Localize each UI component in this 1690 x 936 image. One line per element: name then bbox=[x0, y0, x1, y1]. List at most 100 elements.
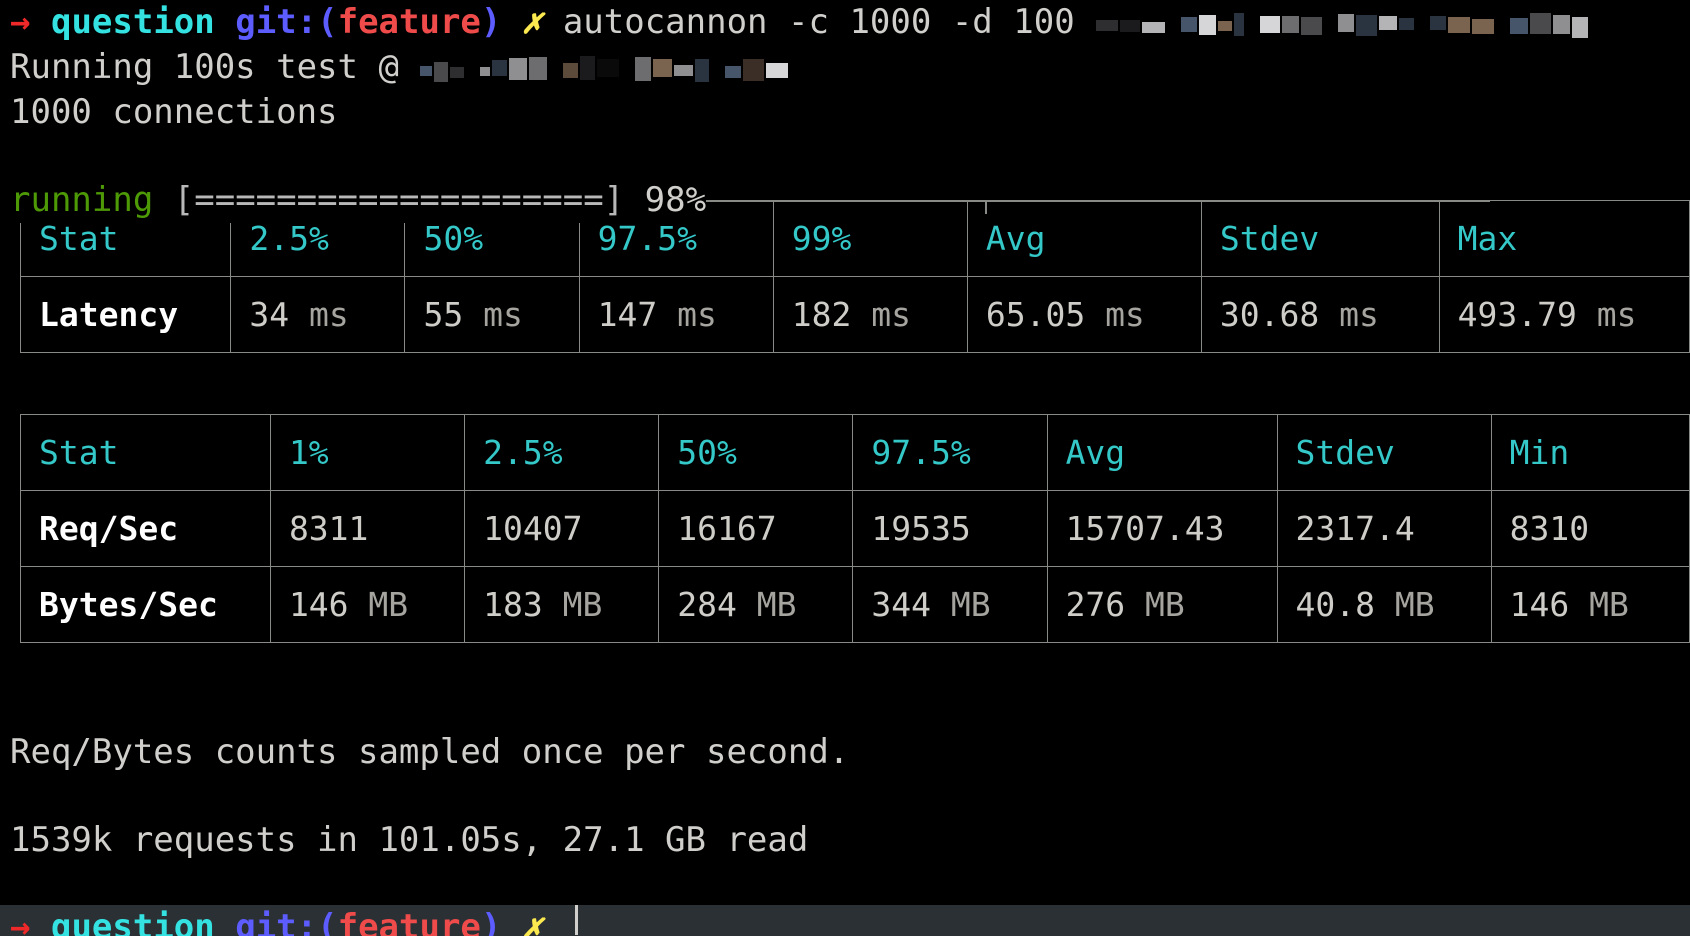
reqsec-cell: 8311 bbox=[269, 490, 466, 567]
table-row: Latency 34 ms 55 ms 147 ms 182 ms 65.05 … bbox=[19, 276, 1690, 353]
cell-unit: ms bbox=[677, 295, 717, 334]
reqsec-cell: 19535 bbox=[852, 490, 1048, 567]
latency-header-cell: Max bbox=[1438, 200, 1690, 277]
latency-cell: 182 ms bbox=[772, 276, 968, 353]
cell-unit: ms bbox=[1339, 295, 1379, 334]
cell-value: 55 bbox=[423, 295, 464, 334]
progress-bar-fill: ==================== bbox=[194, 180, 604, 220]
bytessec-cell: 344 MB bbox=[852, 566, 1048, 643]
value-duration: 100 bbox=[1013, 2, 1075, 42]
table-border-tick-2 bbox=[985, 200, 987, 214]
cell-value: 65.05 bbox=[985, 295, 1086, 334]
progress-status-label: running bbox=[10, 180, 154, 220]
bottom-git-branch-name: feature bbox=[337, 907, 481, 936]
throughput-header-cell: Stat bbox=[20, 414, 271, 491]
bytessec-cell: 40.8 MB bbox=[1276, 566, 1492, 643]
connections-line: 1000 connections bbox=[10, 92, 338, 132]
git-paren-close: ) bbox=[480, 2, 502, 42]
cell-value: 493.79 bbox=[1457, 295, 1577, 334]
latency-cell: 65.05 ms bbox=[966, 276, 1202, 353]
throughput-header-cell: Stdev bbox=[1276, 414, 1492, 491]
bottom-git-label: git: bbox=[235, 907, 318, 936]
running-test-label: Running 100s test @ bbox=[10, 47, 420, 87]
latency-header-cell: 99% bbox=[772, 200, 968, 277]
progress-bracket-close: ] bbox=[603, 180, 625, 220]
running-test-line: Running 100s test @ bbox=[0, 45, 803, 91]
throughput-header-row: Stat 1% 2.5% 50% 97.5% Avg Stdev Min bbox=[20, 414, 1690, 491]
text-cursor bbox=[575, 905, 578, 935]
reqsec-cell: 16167 bbox=[658, 490, 854, 567]
cell-value: 15707.43 bbox=[1065, 509, 1225, 548]
bottom-git-paren-close: ) bbox=[480, 907, 502, 936]
cell-unit: ms bbox=[871, 295, 911, 334]
cell-value: 34 bbox=[249, 295, 290, 334]
git-dirty-marker-icon: ✗ bbox=[521, 2, 543, 42]
throughput-table: Stat 1% 2.5% 50% 97.5% Avg Stdev Min Req… bbox=[20, 414, 1690, 643]
cell-value: 8310 bbox=[1509, 509, 1590, 548]
cell-value: 2317.4 bbox=[1295, 509, 1415, 548]
cell-value: 146 bbox=[288, 585, 349, 624]
bytessec-cell: 276 MB bbox=[1046, 566, 1278, 643]
bytessec-row-label: Bytes/Sec bbox=[20, 566, 271, 643]
cell-value: 19535 bbox=[871, 509, 971, 548]
cell-unit: ms bbox=[1105, 295, 1145, 334]
value-connections: 1000 bbox=[849, 2, 932, 42]
table-top-border-artifact bbox=[650, 200, 1490, 202]
cell-unit: ms bbox=[308, 295, 349, 334]
reqsec-cell: 10407 bbox=[464, 490, 660, 567]
cell-unit: ms bbox=[483, 295, 523, 334]
throughput-header-cell: 50% bbox=[658, 414, 854, 491]
redacted-target-url bbox=[1095, 0, 1603, 44]
latency-cell: 30.68 ms bbox=[1200, 276, 1440, 353]
latency-header-cell: Stdev bbox=[1200, 200, 1440, 277]
cell-unit: MB bbox=[1589, 585, 1629, 624]
bottom-command-prompt[interactable]: → question git:(feature) ✗ bbox=[0, 905, 1690, 936]
cell-value: 183 bbox=[483, 585, 543, 624]
throughput-header-cell: Avg bbox=[1046, 414, 1278, 491]
flag-connections: -c bbox=[788, 2, 829, 42]
cell-unit: MB bbox=[368, 585, 409, 624]
cell-value: 344 bbox=[871, 585, 932, 624]
reqsec-cell: 2317.4 bbox=[1276, 490, 1492, 567]
latency-cell: 493.79 ms bbox=[1438, 276, 1690, 353]
throughput-table-body: Stat 1% 2.5% 50% 97.5% Avg Stdev Min Req… bbox=[20, 414, 1690, 643]
cell-value: 16167 bbox=[677, 509, 777, 548]
cell-unit: MB bbox=[1145, 585, 1185, 624]
redacted-target-url-2 bbox=[419, 44, 803, 89]
cell-value: 10407 bbox=[483, 509, 583, 548]
prompt-arrow-icon: → bbox=[10, 2, 31, 42]
bytessec-cell: 146 MB bbox=[269, 566, 466, 643]
bytessec-cell: 183 MB bbox=[464, 566, 660, 643]
prompt-directory: question bbox=[50, 2, 215, 42]
cell-value: 30.68 bbox=[1219, 295, 1320, 334]
reqsec-cell: 8310 bbox=[1490, 490, 1690, 567]
latency-cell: 55 ms bbox=[404, 276, 580, 353]
latency-table-body: Stat 2.5% 50% 97.5% 99% Avg Stdev Max La… bbox=[19, 200, 1690, 353]
throughput-header-cell: 97.5% bbox=[852, 414, 1048, 491]
cell-unit: MB bbox=[562, 585, 603, 624]
cell-unit: ms bbox=[1596, 295, 1637, 334]
command-prompt-line: → question git:(feature) ✗ autocannon -c… bbox=[0, 0, 1603, 46]
throughput-header-cell: 2.5% bbox=[464, 414, 660, 491]
table-row: Req/Sec 8311 10407 16167 19535 15707.43 … bbox=[20, 490, 1690, 567]
git-label: git: bbox=[235, 2, 318, 42]
cell-unit: MB bbox=[1394, 585, 1435, 624]
progress-bracket-open: [ bbox=[173, 180, 195, 220]
bottom-git-paren-open: ( bbox=[317, 907, 338, 936]
cell-value: 182 bbox=[791, 295, 852, 334]
progress-bar-line: running [====================] 98% bbox=[0, 178, 707, 223]
cell-value: 284 bbox=[677, 585, 737, 624]
latency-header-cell: Avg bbox=[966, 200, 1202, 277]
latency-cell: 34 ms bbox=[230, 276, 406, 353]
latency-row-label: Latency bbox=[19, 276, 232, 353]
bottom-git-dirty-marker-icon: ✗ bbox=[521, 907, 543, 936]
throughput-header-cell: Min bbox=[1490, 414, 1690, 491]
git-paren-open: ( bbox=[317, 2, 338, 42]
progress-percent-label: 98% bbox=[644, 180, 707, 220]
cell-value: 8311 bbox=[288, 509, 369, 548]
terminal-window[interactable]: → question git:(feature) ✗ autocannon -c… bbox=[0, 0, 1690, 936]
cell-value: 147 bbox=[597, 295, 658, 334]
git-branch-name: feature bbox=[337, 2, 481, 42]
cell-value: 276 bbox=[1065, 585, 1126, 624]
command-program: autocannon bbox=[562, 2, 768, 42]
